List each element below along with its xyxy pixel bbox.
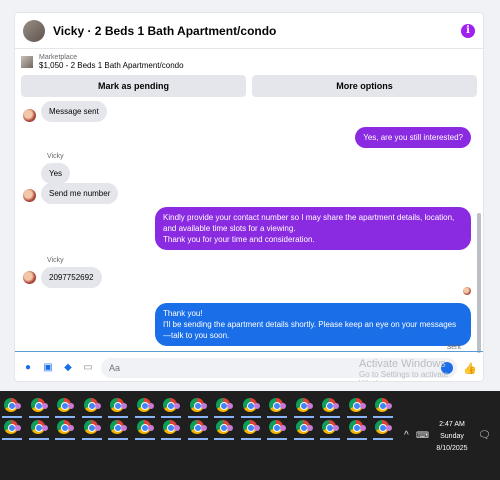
- chrome-profile-icon[interactable]: [267, 398, 287, 418]
- chrome-profile-icon[interactable]: [187, 398, 208, 418]
- messenger-chat-window: Vicky · 2 Beds 1 Bath Apartment/condo i …: [14, 12, 484, 382]
- chrome-profile-icon[interactable]: [161, 420, 181, 440]
- chrome-profile-icon[interactable]: [373, 398, 393, 418]
- message-in: Send me number: [41, 183, 119, 204]
- windows-activation-watermark: Activate Windows Go to Settings to activ…: [359, 358, 483, 381]
- mark-pending-button[interactable]: Mark as pending: [21, 75, 246, 97]
- microphone-icon[interactable]: ●: [21, 361, 35, 375]
- watermark-subtitle: Go to Settings to activate Windows.: [359, 370, 449, 381]
- contact-avatar: [23, 271, 36, 284]
- chrome-profile-icon[interactable]: [293, 398, 314, 418]
- scrollbar[interactable]: [477, 213, 481, 353]
- gif-icon[interactable]: ▭: [81, 361, 95, 375]
- listing-thumbnail: [21, 56, 33, 68]
- message-in: Yes: [41, 163, 71, 184]
- marketplace-label: Marketplace: [39, 54, 78, 61]
- listing-price: $1,050 - 2 Beds 1 Bath Apartment/condo: [39, 61, 184, 70]
- chat-header: Vicky · 2 Beds 1 Bath Apartment/condo i: [15, 13, 483, 49]
- chrome-profile-icon[interactable]: [346, 420, 367, 440]
- seen-avatar: [463, 287, 471, 295]
- chrome-profile-icon[interactable]: [55, 420, 75, 440]
- chrome-profile-icon[interactable]: [134, 420, 155, 440]
- chrome-profile-icon[interactable]: [55, 398, 75, 418]
- chrome-profile-icon[interactable]: [240, 398, 261, 418]
- message-out: Yes, are you still interested?: [355, 127, 471, 148]
- chrome-profile-icon[interactable]: [214, 398, 234, 418]
- more-options-button[interactable]: More options: [252, 75, 477, 97]
- sent-status: Sent: [446, 344, 461, 351]
- watermark-title: Activate Windows: [359, 358, 446, 370]
- chrome-profile-icon[interactable]: [346, 398, 367, 418]
- chrome-profile-icon[interactable]: [187, 420, 208, 440]
- chat-title[interactable]: Vicky · 2 Beds 1 Bath Apartment/condo: [53, 24, 461, 38]
- message-in: Message sent: [41, 101, 107, 122]
- keyboard-icon[interactable]: ⌨: [416, 430, 429, 441]
- system-clock[interactable]: 2:47 AM Sunday 8/10/2025: [430, 419, 474, 455]
- chrome-profile-icon[interactable]: [267, 420, 287, 440]
- chrome-profile-icon[interactable]: [134, 398, 155, 418]
- chrome-profile-icon[interactable]: [320, 398, 340, 418]
- contact-avatar: [23, 109, 36, 122]
- chevron-up-icon[interactable]: ^: [404, 430, 409, 441]
- chrome-profile-icon[interactable]: [373, 420, 393, 440]
- notification-icon[interactable]: 🗨: [478, 430, 491, 441]
- chrome-profile-icon[interactable]: [81, 398, 102, 418]
- clock-time: 2:47 AM: [439, 421, 465, 428]
- chrome-profile-icon[interactable]: [161, 398, 181, 418]
- listing-avatar[interactable]: [23, 19, 45, 42]
- message-out: Kindly provide your contact number so I …: [155, 207, 471, 250]
- chrome-profile-icon[interactable]: [240, 420, 261, 440]
- chrome-profile-icon[interactable]: [108, 420, 128, 440]
- message-out: Thank you! I'll be sending the apartment…: [155, 303, 471, 346]
- sticker-icon[interactable]: ◆: [61, 361, 75, 375]
- info-icon[interactable]: i: [461, 23, 475, 38]
- chrome-profile-icon[interactable]: [108, 398, 128, 418]
- clock-date: 8/10/2025: [436, 445, 468, 452]
- chrome-profile-icon[interactable]: [28, 420, 49, 440]
- marketplace-listing[interactable]: Marketplace $1,050 - 2 Beds 1 Bath Apart…: [15, 49, 483, 75]
- contact-avatar: [23, 189, 36, 202]
- chrome-profile-icon[interactable]: [2, 398, 22, 418]
- composer-divider: [15, 351, 483, 352]
- gallery-icon[interactable]: ▣: [41, 361, 55, 375]
- message-in: 2097752692: [41, 267, 102, 288]
- chrome-profile-icon[interactable]: [2, 420, 22, 440]
- listing-actions: Mark as pending More options: [15, 75, 483, 97]
- chrome-profile-icon[interactable]: [293, 420, 314, 440]
- chrome-profile-icon[interactable]: [28, 398, 49, 418]
- chrome-profile-icon[interactable]: [81, 420, 102, 440]
- sender-name: Vicky: [47, 153, 64, 160]
- chrome-profile-icon[interactable]: [214, 420, 234, 440]
- sender-name: Vicky: [47, 257, 64, 264]
- message-list[interactable]: Message sent Yes, are you still interest…: [15, 101, 475, 351]
- chrome-profile-icon[interactable]: [320, 420, 340, 440]
- clock-day: Sunday: [440, 433, 464, 440]
